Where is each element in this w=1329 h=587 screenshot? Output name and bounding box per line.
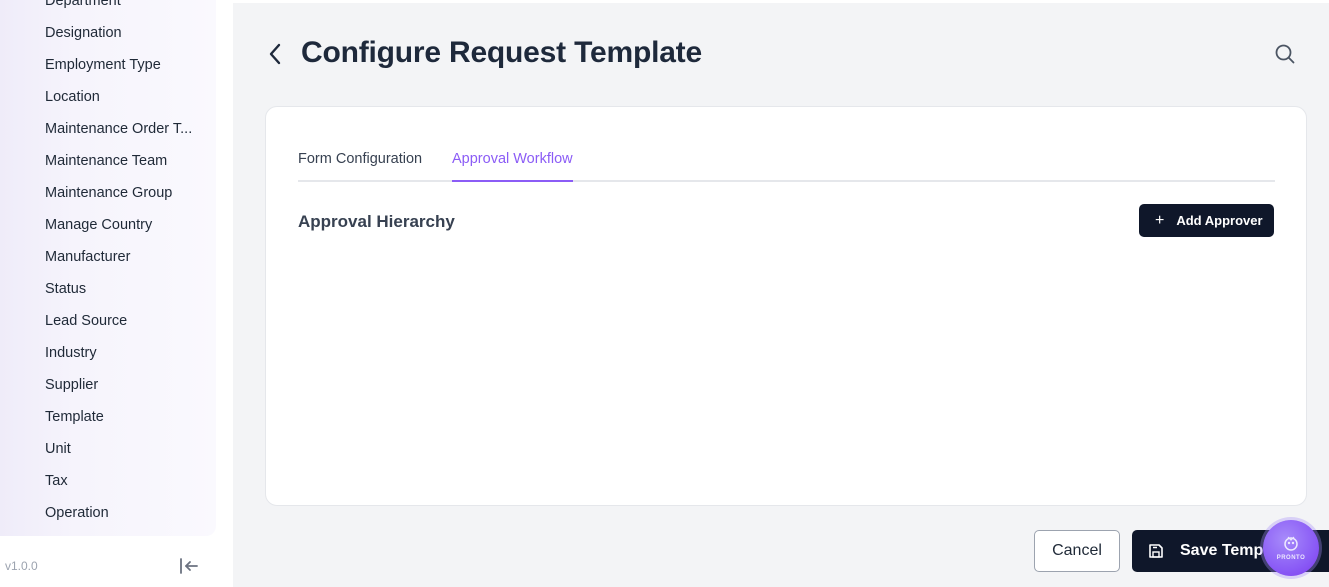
approval-hierarchy-title: Approval Hierarchy	[298, 212, 455, 231]
plus-icon: +	[1155, 211, 1165, 229]
sidebar-item-maintenance-order-type[interactable]: Maintenance Order T...	[0, 113, 216, 145]
template-config-card: Form Configuration Approval Workflow App…	[265, 106, 1307, 506]
sidebar-menu: Department Designation Employment Type L…	[0, 0, 216, 536]
sidebar-item-manufacturer[interactable]: Manufacturer	[0, 241, 216, 273]
collapse-sidebar-icon[interactable]	[178, 557, 200, 575]
sidebar-item-status[interactable]: Status	[0, 273, 216, 305]
sidebar-item-designation[interactable]: Designation	[0, 17, 216, 49]
tab-approval-workflow[interactable]: Approval Workflow	[452, 151, 573, 182]
sidebar-item-department[interactable]: Department	[0, 0, 216, 17]
sidebar-item-location[interactable]: Location	[0, 81, 216, 113]
sidebar-item-manage-country[interactable]: Manage Country	[0, 209, 216, 241]
version-label: v1.0.0	[5, 559, 38, 573]
assistant-fab-label: PRONTO	[1276, 555, 1306, 561]
sidebar-item-maintenance-group[interactable]: Maintenance Group	[0, 177, 216, 209]
tab-form-configuration[interactable]: Form Configuration	[298, 151, 422, 182]
sidebar-item-supplier[interactable]: Supplier	[0, 369, 216, 401]
sidebar-item-lead-source[interactable]: Lead Source	[0, 305, 216, 337]
search-icon[interactable]	[1274, 43, 1296, 65]
sidebar-item-tax[interactable]: Tax	[0, 465, 216, 497]
sidebar-item-operation[interactable]: Operation	[0, 497, 216, 529]
save-icon	[1149, 544, 1163, 558]
sidebar-item-maintenance-team[interactable]: Maintenance Team	[0, 145, 216, 177]
sidebar-list: Department Designation Employment Type L…	[0, 0, 216, 529]
sidebar-item-employment-type[interactable]: Employment Type	[0, 49, 216, 81]
main-content: Configure Request Template Form Configur…	[233, 3, 1329, 587]
assistant-icon	[1284, 536, 1298, 551]
sidebar-item-template[interactable]: Template	[0, 401, 216, 433]
sidebar-item-industry[interactable]: Industry	[0, 337, 216, 369]
assistant-fab-button[interactable]: PRONTO	[1263, 520, 1319, 576]
page-title: Configure Request Template	[301, 36, 702, 69]
sidebar: Department Designation Employment Type L…	[0, 0, 233, 587]
tab-bar: Form Configuration Approval Workflow	[298, 147, 1275, 182]
sidebar-item-unit[interactable]: Unit	[0, 433, 216, 465]
back-arrow-icon[interactable]	[265, 41, 287, 67]
add-approver-button[interactable]: + Add Approver	[1139, 204, 1274, 237]
add-approver-label: Add Approver	[1176, 213, 1263, 228]
cancel-button[interactable]: Cancel	[1034, 530, 1120, 572]
